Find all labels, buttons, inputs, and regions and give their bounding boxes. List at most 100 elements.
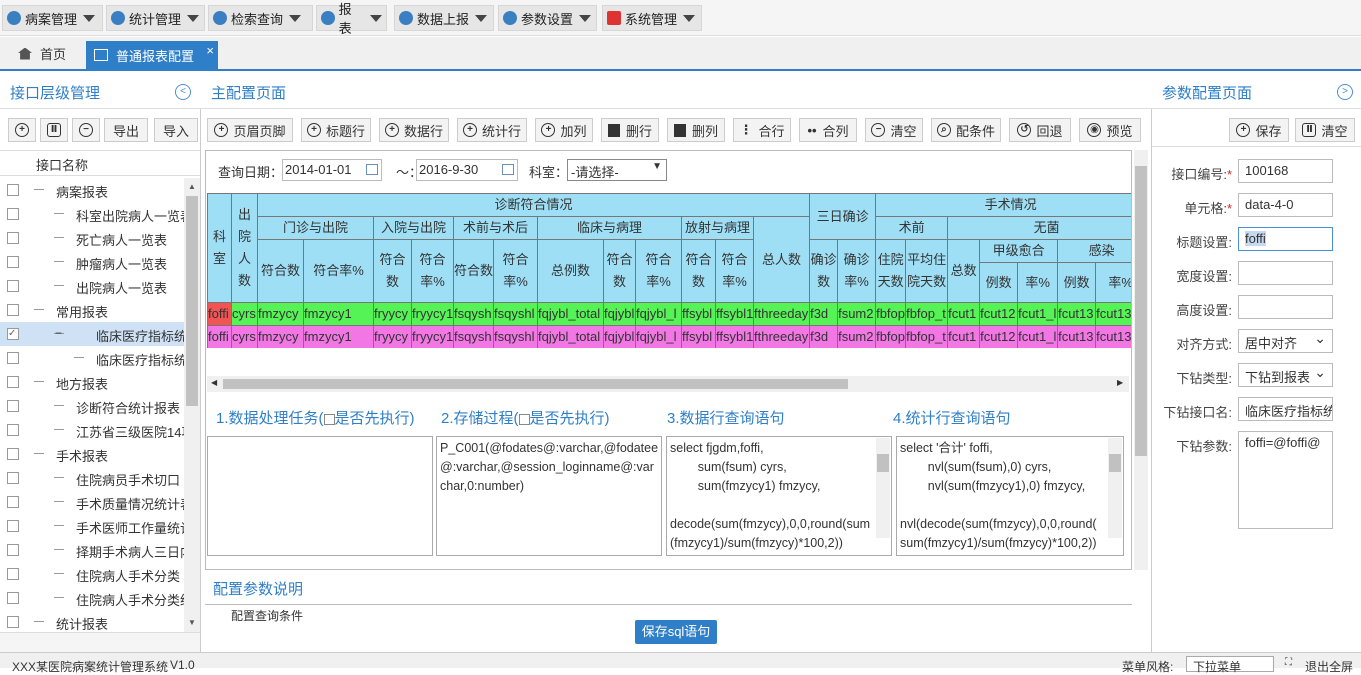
collapse-right-icon[interactable]: >: [1337, 84, 1353, 100]
table-header-cell[interactable]: 临床与病理: [537, 216, 682, 240]
toolbar-button[interactable]: + 页眉页脚: [207, 118, 293, 142]
tree-item[interactable]: 死亡病人一览表: [0, 226, 184, 250]
stat-row-cell[interactable]: fsqyshl: [493, 325, 538, 348]
table-header-cell[interactable]: 入院与出院: [373, 216, 454, 240]
data-row-cell[interactable]: fsum2: [837, 302, 877, 326]
close-icon[interactable]: ×: [206, 43, 214, 58]
data-row-cell[interactable]: fcut12: [979, 302, 1019, 326]
tree-item[interactable]: ✓ − 临床医疗指标统计表: [0, 322, 184, 346]
menu-statistics[interactable]: 统计管理: [106, 5, 205, 31]
table-header-cell[interactable]: 符合数: [681, 239, 716, 303]
stat-row-cell[interactable]: cyrs: [231, 325, 258, 348]
tree-checkbox[interactable]: [7, 256, 19, 268]
table-header-cell[interactable]: 甲级愈合: [979, 239, 1059, 263]
collapse-node-icon[interactable]: −: [55, 326, 62, 340]
save-sql-button[interactable]: 保存sql语句: [635, 620, 717, 644]
stat-row-cell[interactable]: fsum2: [837, 325, 877, 348]
add-node-button[interactable]: +: [8, 118, 36, 142]
table-header-cell[interactable]: 术前与术后: [453, 216, 538, 240]
param-input[interactable]: [1238, 295, 1333, 319]
toolbar-button[interactable]: ◉ 预览: [1079, 118, 1141, 142]
tree-item[interactable]: 出院病人一览表: [0, 274, 184, 298]
table-header-cell[interactable]: 平均住院天数: [905, 239, 949, 303]
tree-checkbox[interactable]: [7, 376, 19, 388]
table-header-cell[interactable]: 符合率%: [635, 239, 682, 303]
toolbar-button[interactable]: 删列: [667, 118, 725, 142]
table-header-cell[interactable]: 无菌: [947, 216, 1131, 240]
stat-row-cell[interactable]: fcut1_l: [1017, 325, 1059, 348]
tree-item[interactable]: 择期手术病人三日内: [0, 538, 184, 562]
task-first-checkbox[interactable]: [323, 413, 335, 425]
table-header-cell[interactable]: 确诊数: [809, 239, 839, 303]
param-input[interactable]: data-4-0: [1238, 193, 1333, 217]
tree-checkbox[interactable]: [7, 616, 19, 628]
stat-row-cell[interactable]: fqjybl_l: [635, 325, 682, 348]
data-row-cell[interactable]: fbfop_t: [905, 302, 949, 326]
data-row-cell[interactable]: f3d: [809, 302, 839, 326]
tree-scrollbar[interactable]: ▲ ▼: [184, 178, 200, 632]
scroll-thumb[interactable]: [186, 196, 198, 406]
data-row-cell[interactable]: fqjybl: [603, 302, 636, 326]
stat-row-cell[interactable]: fmzycy: [257, 325, 304, 348]
collapse-left-icon[interactable]: <: [175, 84, 191, 100]
menu-style-select[interactable]: 下拉菜单: [1186, 656, 1274, 674]
param-input[interactable]: 临床医疗指标统: [1238, 397, 1333, 421]
export-button[interactable]: 导出: [104, 118, 148, 142]
proc-textarea[interactable]: P_C001(@fodates@:varchar,@fodatee @:varc…: [436, 436, 662, 556]
stat-row-cell[interactable]: foffi: [207, 325, 232, 348]
table-header-cell[interactable]: 住院天数: [875, 239, 907, 303]
param-input[interactable]: 100168: [1238, 159, 1333, 183]
param-input[interactable]: foffi: [1238, 227, 1333, 251]
menu-search[interactable]: 检索查询: [208, 5, 313, 31]
menu-system[interactable]: 系统管理: [602, 5, 702, 31]
toolbar-button[interactable]: + 标题行: [301, 118, 371, 142]
tab-home[interactable]: 首页: [18, 44, 66, 63]
table-header-cell[interactable]: 总例数: [537, 239, 604, 303]
edit-node-button[interactable]: Ⅱ: [40, 118, 68, 142]
remove-node-button[interactable]: −: [72, 118, 100, 142]
data-row-cell[interactable]: ffsybl: [681, 302, 716, 326]
data-row-cell[interactable]: cyrs: [231, 302, 258, 326]
scroll-thumb[interactable]: [1135, 166, 1147, 456]
stat-row-cell[interactable]: fmzycy1: [303, 325, 374, 348]
table-header-cell[interactable]: 符合数: [603, 239, 636, 303]
toolbar-button[interactable]: ⌕ 配条件: [931, 118, 1001, 142]
table-header-cell[interactable]: 符合数: [453, 239, 494, 303]
data-row-cell[interactable]: fsqysh: [453, 302, 494, 326]
stat-row-cell[interactable]: f3d: [809, 325, 839, 348]
data-row-cell[interactable]: fqjybl_l: [635, 302, 682, 326]
table-header-cell[interactable]: 符合数: [373, 239, 412, 303]
tree-item[interactable]: 常用报表: [0, 298, 184, 322]
stat-row-cell[interactable]: fthreeday: [752, 325, 811, 348]
scroll-up-icon[interactable]: ▲: [188, 182, 196, 191]
data-row-cell[interactable]: fthreeday: [752, 302, 811, 326]
stat-row-cell[interactable]: fqjybl_total: [537, 325, 604, 348]
tree-item[interactable]: 手术医师工作量统计: [0, 514, 184, 538]
table-header-cell[interactable]: 符合数: [257, 239, 304, 303]
menu-medical-records[interactable]: 病案管理: [2, 5, 103, 31]
date-from-input[interactable]: 2014-01-01: [282, 159, 382, 181]
scroll-thumb[interactable]: [223, 379, 848, 389]
calendar-icon[interactable]: [502, 164, 514, 175]
data-row-cell[interactable]: fbfop: [875, 302, 907, 326]
data-row-cell[interactable]: fmzycy: [257, 302, 304, 326]
sql-scrollbar[interactable]: [1108, 438, 1122, 538]
tree-checkbox[interactable]: [7, 544, 19, 556]
table-header-cell[interactable]: 总人数: [752, 216, 811, 303]
task-textarea[interactable]: [207, 436, 433, 556]
toolbar-button[interactable]: •• 合列: [799, 118, 857, 142]
data-row-cell[interactable]: fqjybl_total: [537, 302, 604, 326]
tree-checkbox[interactable]: [7, 496, 19, 508]
table-header-cell[interactable]: 放射与病理: [681, 216, 754, 240]
table-header-cell[interactable]: 符合率%: [493, 239, 538, 303]
toolbar-button[interactable]: + 统计行: [457, 118, 527, 142]
tree-checkbox[interactable]: [7, 448, 19, 460]
menu-params[interactable]: 参数设置: [498, 5, 597, 31]
table-header-cell[interactable]: 三日确诊: [809, 193, 877, 240]
table-header-cell[interactable]: 门诊与出院: [257, 216, 374, 240]
stat-row-cell[interactable]: fbfop_t: [905, 325, 949, 348]
data-sql-textarea[interactable]: select fjgdm,foffi, sum(fsum) cyrs, sum(…: [666, 436, 892, 556]
table-header-cell[interactable]: 符合率%: [303, 239, 374, 303]
table-header-cell[interactable]: 例数: [1057, 262, 1097, 303]
stat-sql-textarea[interactable]: select '合计' foffi, nvl(sum(fsum),0) cyrs…: [896, 436, 1124, 556]
